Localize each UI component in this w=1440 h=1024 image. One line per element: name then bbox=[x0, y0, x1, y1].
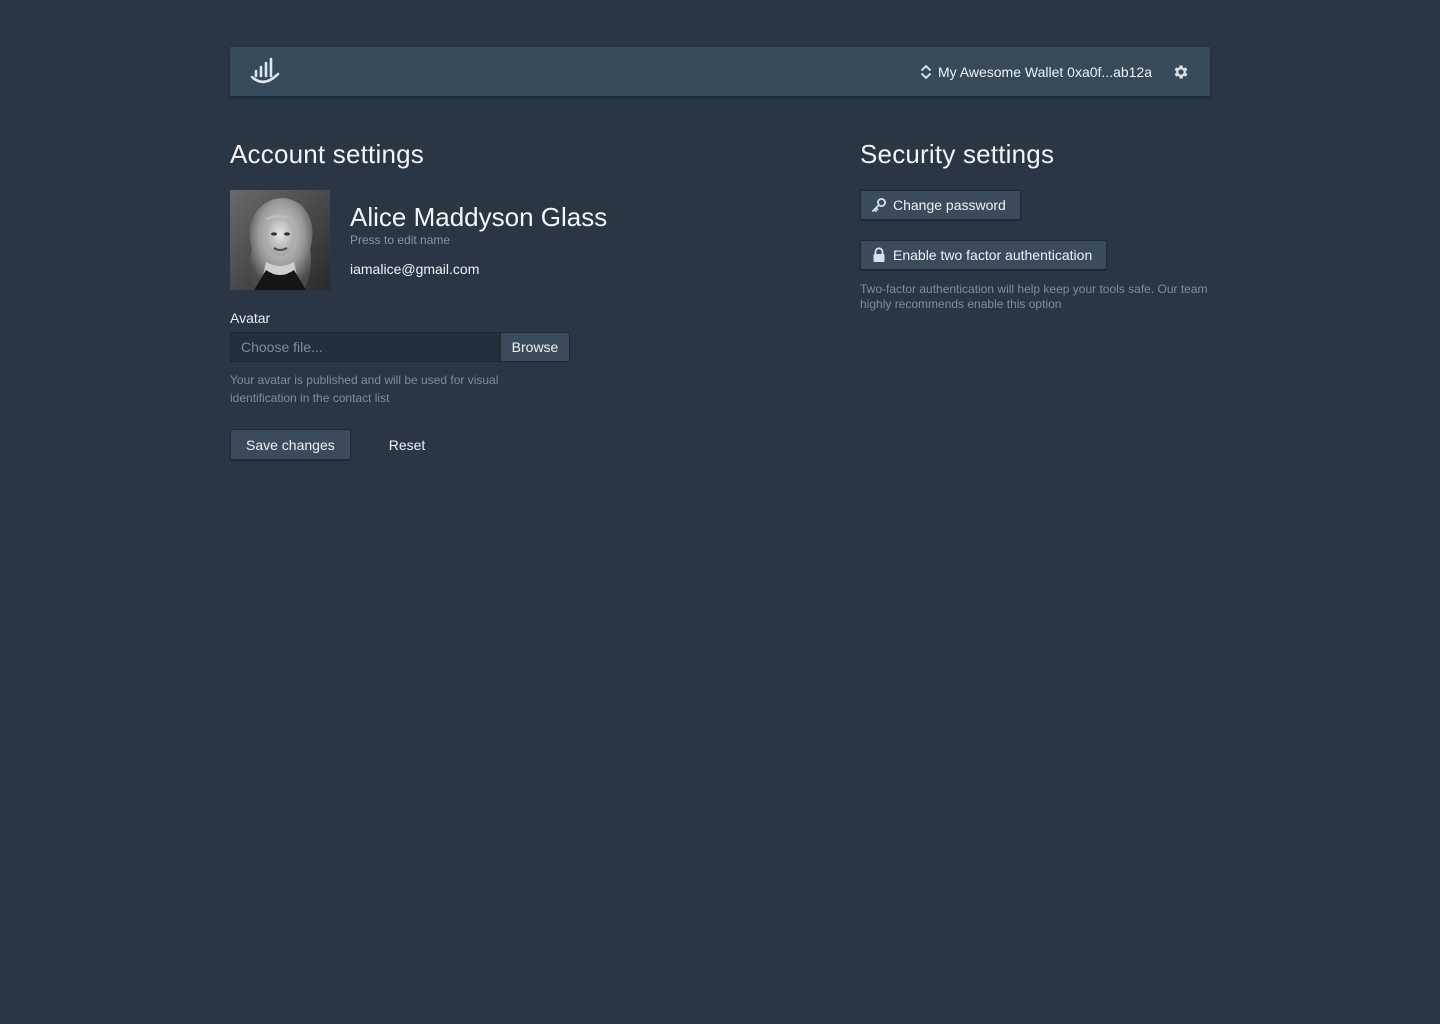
avatar-file-input[interactable] bbox=[230, 332, 500, 362]
security-settings-section: Security settings Change password Enable… bbox=[860, 136, 1210, 312]
lock-icon bbox=[871, 247, 887, 263]
two-factor-help-text: Two-factor authentication will help keep… bbox=[860, 282, 1208, 311]
profile-name[interactable]: Alice Maddyson Glass bbox=[350, 202, 607, 232]
two-factor-label: Enable two factor authentication bbox=[893, 247, 1093, 263]
change-password-label: Change password bbox=[893, 197, 1006, 213]
avatar bbox=[230, 190, 330, 290]
account-settings-title: Account settings bbox=[230, 139, 424, 169]
wallet-switcher[interactable]: My Awesome Wallet 0xa0f...ab12a bbox=[920, 57, 1152, 87]
avatar-help-text: Your avatar is published and will be use… bbox=[230, 373, 499, 405]
wallet-label: My Awesome Wallet 0xa0f...ab12a bbox=[938, 63, 1152, 80]
avatar-field-label: Avatar bbox=[230, 310, 271, 326]
account-settings-section: Account settings Alice Maddyson Glass Pr… bbox=[230, 136, 790, 460]
security-settings-title: Security settings bbox=[860, 139, 1055, 169]
avatar-file-picker: Browse bbox=[230, 332, 570, 362]
reset-button[interactable]: Reset bbox=[389, 437, 426, 453]
save-changes-button[interactable]: Save changes bbox=[230, 429, 351, 460]
profile-card: Alice Maddyson Glass Press to edit name … bbox=[230, 190, 790, 290]
sort-updown-icon bbox=[920, 64, 932, 80]
top-navigation-bar: My Awesome Wallet 0xa0f...ab12a bbox=[230, 47, 1210, 97]
app-logo-icon[interactable] bbox=[248, 56, 282, 88]
key-icon bbox=[871, 197, 887, 213]
profile-email: iamalice@gmail.com bbox=[350, 261, 480, 277]
change-password-button[interactable]: Change password bbox=[860, 190, 1021, 220]
browse-button[interactable]: Browse bbox=[500, 332, 570, 362]
name-edit-hint: Press to edit name bbox=[350, 233, 451, 247]
account-actions: Save changes Reset bbox=[230, 429, 790, 460]
gear-icon[interactable] bbox=[1170, 61, 1192, 83]
enable-two-factor-button[interactable]: Enable two factor authentication bbox=[860, 240, 1108, 270]
